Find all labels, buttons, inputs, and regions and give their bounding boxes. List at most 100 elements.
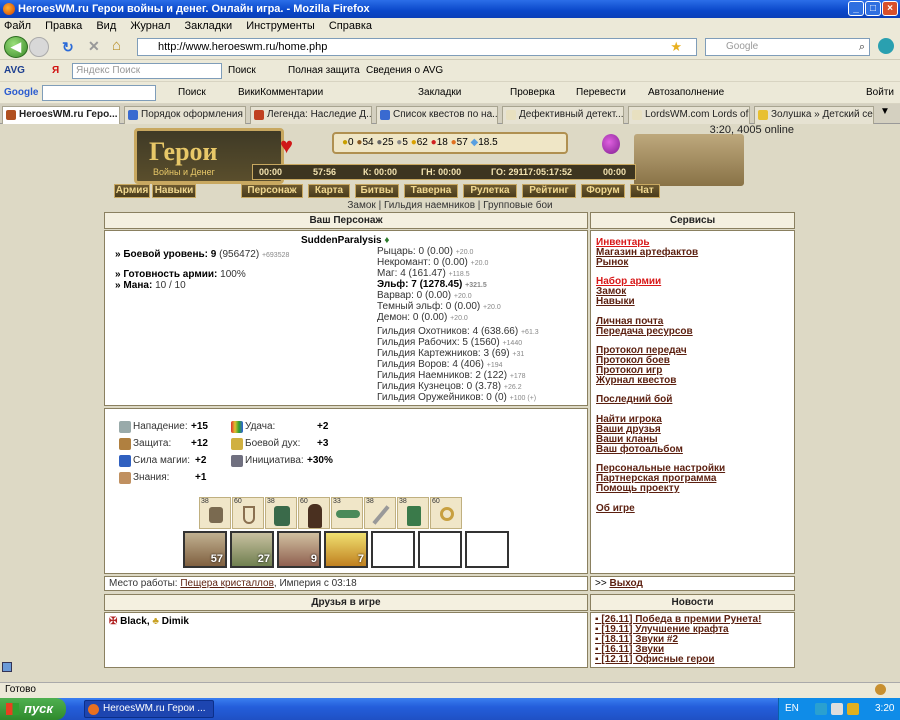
wiki-comments-button[interactable]: ВикиКомментарии (238, 82, 323, 104)
work-place-link[interactable]: Пещера кристаллов (180, 578, 274, 589)
skills-button[interactable]: Навыки (152, 184, 196, 198)
forward-button[interactable] (29, 37, 49, 57)
nav-rating[interactable]: Рейтинг (522, 184, 576, 198)
maximize-button[interactable]: □ (865, 1, 881, 16)
menu-view[interactable]: Вид (96, 20, 116, 32)
equip-slot-helmet[interactable]: 38 (199, 497, 231, 529)
army-slot-4[interactable]: 7 (324, 531, 368, 568)
nav-forum[interactable]: Форум (581, 184, 625, 198)
link-last-battle[interactable]: Последний бой (596, 394, 672, 405)
tab-4[interactable]: Список квестов по на... (376, 106, 498, 124)
google-toolbar-input[interactable] (42, 85, 156, 101)
tab-5[interactable]: Дефективный детект... (502, 106, 624, 124)
yandex-search-button[interactable]: Поиск (228, 60, 256, 82)
yandex-icon: Я (52, 65, 60, 76)
link-market[interactable]: Рынок (596, 257, 628, 268)
avg-logo[interactable]: AVG (4, 60, 25, 82)
taskbar-firefox-item[interactable]: HeroesWM.ru Герои ... (84, 700, 214, 718)
link-quest-log[interactable]: Журнал квестов (596, 375, 676, 386)
avg-info-button[interactable]: Сведения о AVG (366, 60, 443, 82)
menu-history[interactable]: Журнал (130, 20, 170, 32)
tab-7[interactable]: Золушка » Детский се... (754, 106, 874, 124)
friend-black[interactable]: Black (120, 616, 147, 627)
menu-help[interactable]: Справка (329, 20, 372, 32)
character-name-text: SuddenParalysis (301, 235, 382, 246)
news-item[interactable]: ▪ [12.11] Офисные герои (595, 655, 794, 665)
menu-bookmarks[interactable]: Закладки (185, 20, 233, 32)
tab-heroeswm[interactable]: HeroesWM.ru Геро... (2, 106, 120, 125)
link-skills[interactable]: Навыки (596, 296, 635, 307)
tab-2[interactable]: Порядок оформления ... (124, 106, 246, 124)
autofill-button[interactable]: Автозаполнение (648, 82, 724, 104)
bookmarks-button[interactable]: Закладки (418, 82, 461, 104)
search-icon[interactable]: ⌕ (859, 39, 865, 55)
equip-slot-cloak[interactable]: 60 (298, 497, 330, 529)
start-button[interactable]: пуск (0, 698, 66, 720)
friend-dimik[interactable]: Dimik (162, 616, 189, 627)
stop-icon[interactable]: ✕ (88, 38, 100, 55)
faction-plus: +20.0 (455, 249, 474, 256)
addon-status-icon[interactable] (875, 684, 886, 695)
timer-gn: ГН: 00:00 (421, 167, 462, 177)
full-protection-button[interactable]: Полная защита (288, 60, 360, 82)
link-about[interactable]: Об игре (596, 503, 635, 514)
tab-6[interactable]: LordsWM.com Lords of ... (628, 106, 750, 124)
menu-tools[interactable]: Инструменты (246, 20, 315, 32)
army-button[interactable]: Армия (114, 184, 150, 198)
menu-edit[interactable]: Правка (45, 20, 82, 32)
link-photo-album[interactable]: Ваш фотоальбом (596, 444, 683, 455)
army-slot-1[interactable]: 57 (183, 531, 227, 568)
bookmark-star-icon[interactable]: ★ (670, 39, 682, 55)
army-slot-6[interactable] (418, 531, 462, 568)
nav-battles[interactable]: Битвы (355, 184, 399, 198)
nav-tavern[interactable]: Таверна (404, 184, 458, 198)
sub-navigation[interactable]: Замок | Гильдия наемников | Групповые бо… (0, 200, 900, 211)
language-indicator[interactable]: EN (785, 698, 799, 720)
durability: 33 (333, 498, 341, 505)
tray-icon[interactable] (847, 703, 859, 715)
link-transfer[interactable]: Передача ресурсов (596, 326, 693, 337)
spellcheck-button[interactable]: Проверка (510, 82, 555, 104)
google-search-button[interactable]: Поиск (178, 82, 206, 104)
google-search-input[interactable]: Google ⌕ (705, 38, 870, 56)
url-input[interactable]: http://www.heroeswm.ru/home.php ★ (137, 38, 697, 56)
reload-icon[interactable]: ↻ (62, 39, 74, 56)
army-slot-3[interactable]: 9 (277, 531, 321, 568)
faction-mage: Маг: 4 (161.47) (377, 268, 446, 279)
menu-file[interactable]: Файл (4, 20, 31, 32)
home-icon[interactable]: ⌂ (112, 37, 121, 54)
equip-slot-amulet[interactable]: 60 (232, 497, 264, 529)
tray-icon[interactable] (815, 703, 827, 715)
translate-button[interactable]: Перевести (576, 82, 626, 104)
corner-icon (2, 662, 12, 672)
exit-link[interactable]: Выход (609, 578, 642, 589)
tab-3[interactable]: Легенда: Наследие Д... (250, 106, 372, 124)
close-button[interactable]: × (882, 1, 898, 16)
link-help-project[interactable]: Помощь проекту (596, 483, 679, 494)
news-text: [12.11] Офисные герои (601, 654, 715, 665)
army-slot-7[interactable] (465, 531, 509, 568)
nav-roulette[interactable]: Рулетка (463, 184, 517, 198)
tab-list-icon[interactable]: ▼ (880, 106, 890, 117)
character-panel: SuddenParalysis ♦ » Боевой уровень: 9 (9… (104, 230, 588, 406)
minimize-button[interactable]: _ (848, 1, 864, 16)
yandex-search-input[interactable]: Яндекс Поиск (72, 63, 222, 79)
nav-chat[interactable]: Чат (630, 184, 660, 198)
nav-map[interactable]: Карта (308, 184, 350, 198)
equip-slot-armor[interactable]: 38 (265, 497, 297, 529)
equip-slot-ring[interactable]: 60 (430, 497, 462, 529)
army-slot-5[interactable] (371, 531, 415, 568)
status-bar: Готово (0, 682, 900, 696)
equip-slot-boots[interactable]: 38 (397, 497, 429, 529)
equip-slot-dagger[interactable]: 38 (364, 497, 396, 529)
addon-icon[interactable] (878, 38, 894, 54)
character-name[interactable]: SuddenParalysis ♦ (301, 235, 389, 246)
nav-character[interactable]: Персонаж (241, 184, 303, 198)
back-button[interactable]: ◀ (4, 36, 28, 58)
faction-plus: +20.0 (453, 293, 472, 300)
signin-button[interactable]: Войти (866, 82, 894, 104)
equip-slot-bow[interactable]: 33 (331, 497, 363, 529)
army-slot-2[interactable]: 27 (230, 531, 274, 568)
favicon-icon (128, 110, 138, 120)
tray-icon[interactable] (831, 703, 843, 715)
